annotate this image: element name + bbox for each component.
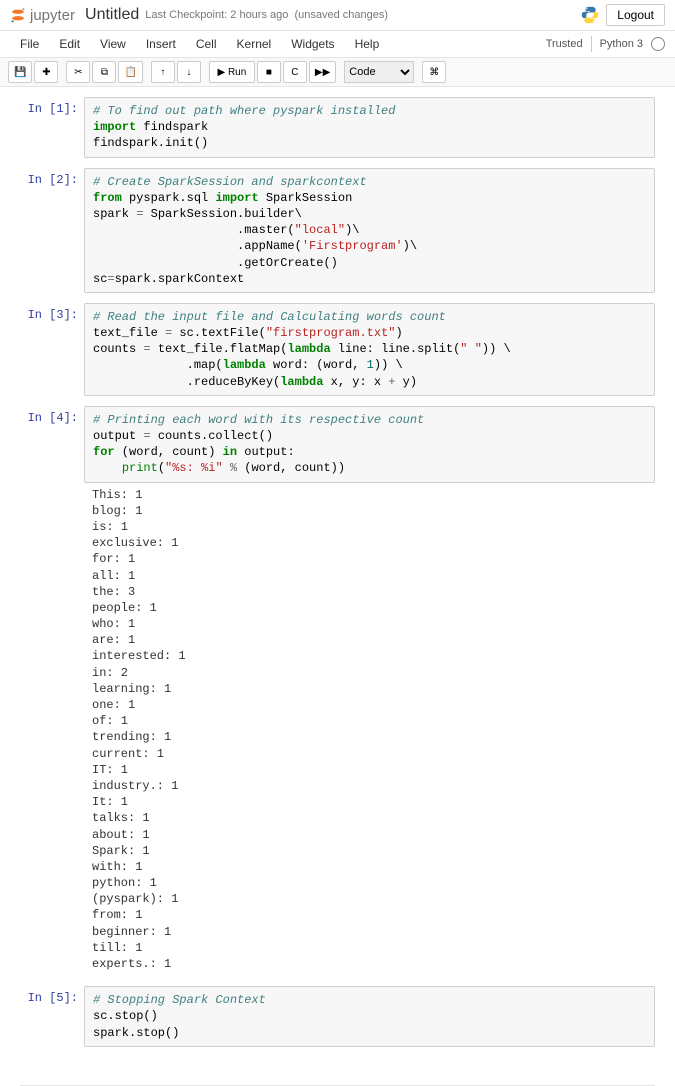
notebook-container: In [1]:# To find out path where pyspark … xyxy=(0,87,675,1077)
menu-insert[interactable]: Insert xyxy=(136,33,186,55)
menu-edit[interactable]: Edit xyxy=(49,33,90,55)
output-prompt xyxy=(20,483,84,977)
kernel-name[interactable]: Python 3 xyxy=(600,38,643,50)
menu-view[interactable]: View xyxy=(90,33,136,55)
menu-cell[interactable]: Cell xyxy=(186,33,227,55)
code-cell[interactable]: In [4]:# Printing each word with its res… xyxy=(20,406,655,976)
python-icon xyxy=(580,5,600,25)
code-input[interactable]: # Read the input file and Calculating wo… xyxy=(84,303,655,396)
move-up-button[interactable]: ↑ xyxy=(151,61,175,83)
jupyter-logo[interactable]: jupyter xyxy=(10,7,75,24)
code-cell[interactable]: In [3]:# Read the input file and Calcula… xyxy=(20,303,655,396)
input-prompt: In [5]: xyxy=(20,986,84,1047)
logout-button[interactable]: Logout xyxy=(606,4,665,26)
kernel-idle-icon xyxy=(651,37,665,51)
input-prompt: In [4]: xyxy=(20,406,84,483)
menu-widgets[interactable]: Widgets xyxy=(281,33,344,55)
separator xyxy=(591,36,592,52)
move-down-button[interactable]: ↓ xyxy=(177,61,201,83)
code-input[interactable]: # Stopping Spark Context sc.stop() spark… xyxy=(84,986,655,1047)
paste-button[interactable]: 📋 xyxy=(118,61,142,83)
code-input[interactable]: # To find out path where pyspark install… xyxy=(84,97,655,158)
command-palette-button[interactable]: ⌘ xyxy=(422,61,446,83)
menu-help[interactable]: Help xyxy=(345,33,390,55)
header-bar: jupyter Untitled Last Checkpoint: 2 hour… xyxy=(0,0,675,31)
restart-run-all-button[interactable]: ▶▶ xyxy=(309,61,336,83)
input-prompt: In [3]: xyxy=(20,303,84,396)
save-button[interactable]: 💾 xyxy=(8,61,32,83)
code-cell[interactable]: In [5]:# Stopping Spark Context sc.stop(… xyxy=(20,986,655,1047)
input-prompt: In [2]: xyxy=(20,168,84,293)
interrupt-button[interactable]: ■ xyxy=(257,61,281,83)
logo-text: jupyter xyxy=(30,7,75,24)
run-button[interactable]: ▶ Run xyxy=(209,61,255,83)
cell-type-select[interactable]: Code xyxy=(344,61,414,83)
notebook-name[interactable]: Untitled xyxy=(85,6,139,24)
cell-output: This: 1 blog: 1 is: 1 exclusive: 1 for: … xyxy=(84,483,655,977)
menu-bar: FileEditViewInsertCellKernelWidgetsHelp … xyxy=(0,31,675,58)
trusted-indicator[interactable]: Trusted xyxy=(546,38,583,50)
restart-button[interactable]: C xyxy=(283,61,307,83)
toolbar: 💾 ✚ ✂ ⧉ 📋 ↑ ↓ ▶ Run ■ C ▶▶ Code ⌘ xyxy=(0,58,675,87)
menu-kernel[interactable]: Kernel xyxy=(227,33,282,55)
cut-button[interactable]: ✂ xyxy=(66,61,90,83)
copy-button[interactable]: ⧉ xyxy=(92,61,116,83)
menu-file[interactable]: File xyxy=(10,33,49,55)
input-prompt: In [1]: xyxy=(20,97,84,158)
code-cell[interactable]: In [2]:# Create SparkSession and sparkco… xyxy=(20,168,655,293)
jupyter-icon xyxy=(10,7,26,23)
checkpoint-text: Last Checkpoint: 2 hours ago (unsaved ch… xyxy=(145,9,388,21)
code-cell[interactable]: In [1]:# To find out path where pyspark … xyxy=(20,97,655,158)
add-cell-button[interactable]: ✚ xyxy=(34,61,58,83)
code-input[interactable]: # Printing each word with its respective… xyxy=(84,406,655,483)
code-input[interactable]: # Create SparkSession and sparkcontext f… xyxy=(84,168,655,293)
